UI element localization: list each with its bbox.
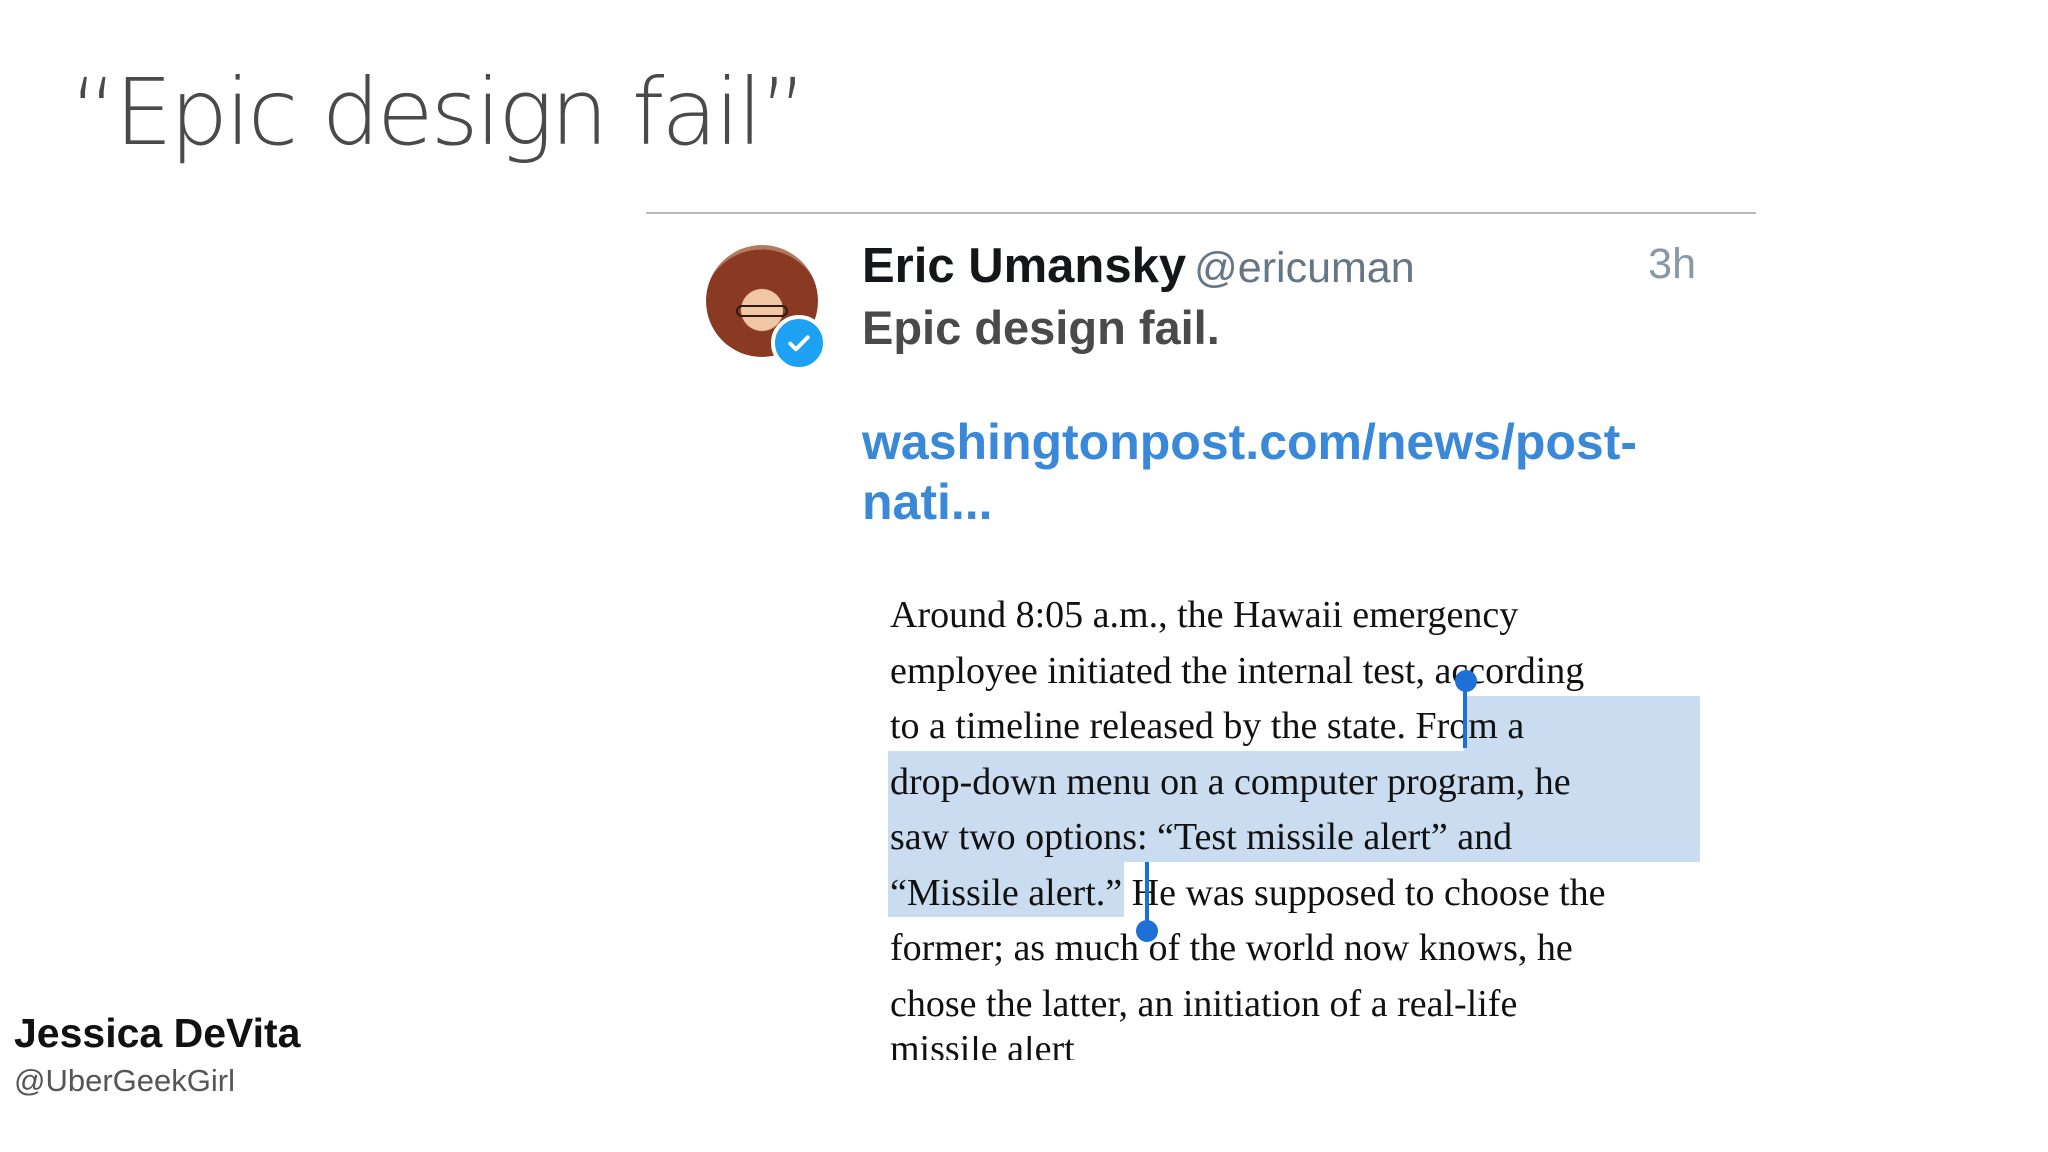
article-line: employee initiated the internal test, ac… <box>890 649 1585 692</box>
tweet-text: Epic design fail. <box>862 301 1220 354</box>
divider <box>646 212 1756 214</box>
article-line: chose the latter, an initiation of a rea… <box>890 982 1518 1025</box>
article-line: “Missile alert.” He was supposed to choo… <box>890 866 1700 922</box>
article-line: drop-down menu on a computer program, he <box>890 760 1571 803</box>
selection-end-caret <box>1145 862 1149 924</box>
article-line: former; as much of the world now knows, … <box>890 927 1573 969</box>
selected-text: From a <box>1415 705 1525 747</box>
author-name[interactable]: Eric Umansky <box>862 239 1186 293</box>
avatar-glasses <box>736 305 788 317</box>
article-text: He was supposed to choose the <box>1131 871 1606 914</box>
article-excerpt[interactable]: Around 8:05 a.m., the Hawaii emergency e… <box>890 588 1700 1032</box>
tweet-link-line[interactable]: nati... <box>862 472 1662 532</box>
author-handle[interactable]: @ericuman <box>1194 244 1415 292</box>
slide-title: “Epic design fail” <box>70 59 807 166</box>
tweet-timestamp[interactable]: 3h <box>1648 240 1696 289</box>
tweet-link[interactable]: washingtonpost.com/news/post- nati... <box>862 412 1662 532</box>
article-line: to a timeline released by the state. Fro… <box>890 699 1700 755</box>
article-line: missile alert <box>890 1036 1075 1060</box>
verified-badge-icon <box>771 315 827 371</box>
article-line: saw two options: “Test missile alert” an… <box>890 816 1513 858</box>
tweet-screenshot: Eric Umansky @ericuman 3h Epic design fai… <box>646 210 1756 1060</box>
tweet-author[interactable]: Eric Umansky @ericuman <box>862 238 1415 294</box>
tweet-link-line[interactable]: washingtonpost.com/news/post- <box>862 412 1662 472</box>
selected-text: “Missile alert.” <box>890 871 1123 914</box>
article-line: Around 8:05 a.m., the Hawaii emergency <box>890 594 1519 636</box>
credit-name: Jessica DeVita <box>14 1010 301 1056</box>
article-text: to a timeline released by the state. <box>890 705 1406 747</box>
credit-handle: @UberGeekGirl <box>14 1063 235 1098</box>
article-line-cut: missile alert <box>890 1036 1190 1060</box>
selection-end-handle[interactable] <box>1136 920 1158 942</box>
selection-start-caret <box>1463 686 1467 748</box>
